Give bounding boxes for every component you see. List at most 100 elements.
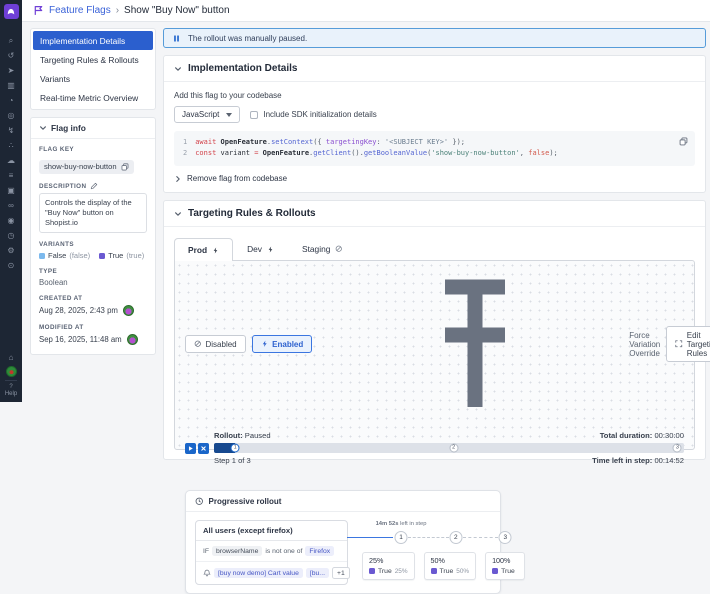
chevron-down-icon[interactable] [39,124,47,132]
rollout-marker-1: 1 [230,443,240,453]
tab-staging[interactable]: Staging [288,237,357,260]
modules-icon[interactable]: ▣ [0,183,22,198]
sidebar-item-metric-overview[interactable]: Real-time Metric Overview [33,88,153,107]
force-variation-override[interactable]: Force Variation Override [325,269,660,419]
apm-icon[interactable]: ◔ [0,93,22,108]
rollout-marker-2: 2 [449,443,459,453]
monitors-icon[interactable]: ◷ [0,228,22,243]
send-icon[interactable]: ➤ [0,63,22,78]
description-label-row: DESCRIPTION [39,182,147,190]
rule-condition-row: IF browserName is not one of Firefox [196,541,347,562]
modified-at-label: MODIFIED AT [39,324,84,331]
play-icon [187,445,194,452]
sidebar-item-implementation-details[interactable]: Implementation Details [33,31,153,50]
step-circle-2: 2 [449,531,463,544]
description-label: DESCRIPTION [39,182,87,190]
type-label: TYPE [39,268,58,275]
breadcrumb-separator: › [115,5,120,16]
time-left-in-step: Time left in step: 00:14:52 [592,456,684,465]
variant-false-name: False [48,251,67,260]
copy-icon[interactable] [121,163,129,171]
breadcrumb-feature-flags[interactable]: Feature Flags [49,5,111,16]
force-variation-override-label: Force Variation Override [629,330,661,358]
rollout-status: Rollout: Paused [214,431,271,440]
tab-prod[interactable]: Prod [174,238,234,261]
metric-bell-icon [203,569,211,577]
service-map-icon[interactable]: ◎ [0,108,22,123]
pin-icon [325,269,625,419]
cancel-rollout-button[interactable] [198,442,209,454]
bolt-icon[interactable]: ↯ [0,123,22,138]
disabled-button-label: Disabled [205,339,237,349]
history-icon[interactable]: ↺ [0,48,22,63]
help-question-icon: ? [9,384,13,390]
sidebar: Implementation Details Targeting Rules &… [30,28,156,355]
code-line-1: 1 await OpenFeature.setContext({ targetin… [183,138,465,146]
integrations-icon[interactable]: ∞ [0,198,22,213]
targeting-rules-title: Targeting Rules & Rollouts [188,208,316,219]
flag-key-value: show-buy-now-button [44,162,117,171]
target-icon[interactable]: ⊙ [0,258,22,273]
progressive-rollout-title: Progressive rollout [208,496,282,506]
breadcrumb: Feature Flags › Show "Buy Now" button [22,0,710,22]
rollout-progress: Rollout: Paused Total duration: 00:30:00… [185,431,684,465]
datadog-mascot-icon[interactable] [5,366,17,377]
language-select[interactable]: JavaScript [174,106,241,123]
org-icon[interactable]: ⌂ [9,353,14,363]
chevron-down-icon[interactable] [174,65,182,73]
created-at-value: Aug 28, 2025, 2:43 pm [39,306,118,315]
stepper-line-dashed [408,537,449,538]
settings-gear-icon[interactable]: ⚙ [0,243,22,258]
rule-metrics-row: [buy now demo] Cart value [bu... +1 [196,562,350,584]
flag-key-label: FLAG KEY [39,146,75,153]
flag-info-title: Flag info [51,123,86,133]
sidebar-item-variants[interactable]: Variants [33,69,153,88]
enabled-button[interactable]: Enabled [251,335,313,353]
infrastructure-icon[interactable]: ▥ [0,78,22,93]
edit-targeting-rules-button[interactable]: Edit Targeting Rules [666,326,710,362]
search-icon[interactable]: ⌕ [0,33,22,48]
step-time-note: 14m 52s left in step [375,521,427,527]
avatar [126,334,138,345]
chevron-down-icon [226,112,233,117]
flag-description: Controls the display of the "Buy Now" bu… [39,193,147,233]
step-card-2: 50% True 50% [423,552,477,580]
datadog-logo[interactable] [3,4,19,19]
if-label: IF [203,547,210,555]
codebase-label: Add this flag to your codebase [174,91,282,100]
remove-flag-toggle[interactable]: Remove flag from codebase [174,174,695,183]
variants-label: VARIANTS [39,241,74,248]
progressive-rollout-card: Progressive rollout All users (except fi… [185,490,525,594]
disabled-button[interactable]: Disabled [185,335,246,353]
avatar [122,305,134,316]
sdk-init-checkbox[interactable] [250,110,259,119]
copy-icon[interactable] [679,137,688,146]
security-icon[interactable]: ◉ [0,213,22,228]
help-label: Help [4,391,18,397]
step-circle-1: 1 [394,531,408,544]
bolt-icon [267,246,274,253]
logs-icon[interactable]: ≡ [0,168,22,183]
feature-flag-icon [33,5,44,16]
chevron-right-icon [174,175,182,183]
tab-dev[interactable]: Dev [233,237,288,260]
edit-targeting-rules-label: Edit Targeting Rules [686,330,710,358]
stepper-line-solid [347,537,394,538]
resume-rollout-button[interactable] [185,442,196,454]
rule-title: All users (except firefox) [196,521,347,541]
environment-tabs: Prod Dev Staging [174,237,695,261]
attribute-chip: browserName [212,546,263,556]
paused-alert-text: The rollout was manually paused. [188,33,308,43]
tab-dev-label: Dev [247,244,262,254]
chevron-down-icon[interactable] [174,210,182,218]
remove-flag-label: Remove flag from codebase [187,174,288,183]
watchdog-icon[interactable]: ∴ [0,138,22,153]
total-duration: Total duration: 00:30:00 [599,431,684,440]
sidebar-item-targeting-rules[interactable]: Targeting Rules & Rollouts [33,50,153,69]
help-button[interactable]: ? Help [4,380,18,398]
code-line-2: 2 const variant = OpenFeature.getClient()… [183,149,558,157]
cloud-icon[interactable]: ☁ [0,153,22,168]
rollout-bar: 1 2 3 [214,443,684,453]
created-at-label: CREATED AT [39,295,83,302]
edit-pencil-icon[interactable] [90,182,98,190]
